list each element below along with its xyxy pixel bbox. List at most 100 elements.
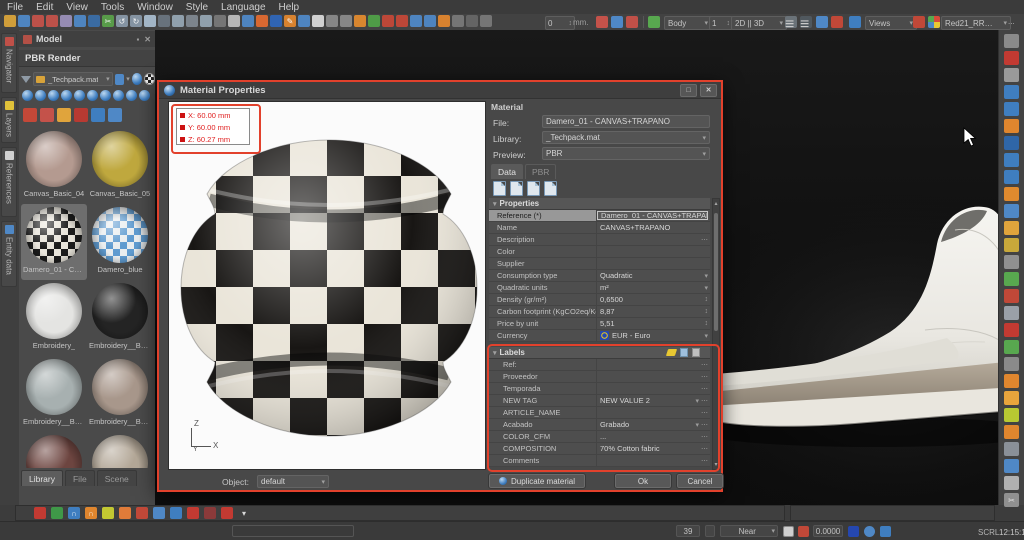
layers-flat-icon[interactable]: ≡ — [800, 16, 812, 28]
symmetry-icon[interactable] — [256, 15, 268, 27]
swap-icon[interactable] — [1004, 34, 1019, 48]
material-item[interactable]: Embroidery_ — [21, 280, 87, 356]
shoe-blue-icon[interactable] — [816, 16, 828, 28]
count-spinner[interactable]: 1 ↕ — [709, 16, 733, 30]
dropdown-caret-icon[interactable]: ▾ — [704, 284, 708, 292]
label-row[interactable]: Ref:⋯ — [489, 359, 710, 371]
material-item[interactable]: Embroidery__Basi... — [87, 280, 153, 356]
ellipsis-button[interactable]: ⋯ — [701, 457, 708, 465]
shoe-green-icon[interactable] — [1004, 340, 1019, 354]
property-row[interactable]: Quadratic unitsm²▾ — [489, 282, 710, 294]
hook-icon[interactable] — [382, 15, 394, 27]
sphere-tool-4-icon[interactable] — [61, 90, 72, 101]
layers-gray-icon[interactable] — [1004, 306, 1019, 320]
label-row-value[interactable]: 70% Cotton fabric — [597, 443, 701, 454]
stamp-red-icon[interactable] — [136, 507, 148, 519]
spinner-arrows-icon[interactable]: ↕ — [569, 20, 573, 27]
avatar-blue-icon[interactable] — [611, 16, 623, 28]
menu-edit[interactable]: Edit — [36, 2, 53, 13]
new-doc-icon[interactable] — [493, 181, 506, 196]
pen-icon[interactable] — [312, 15, 324, 27]
label-row-value[interactable]: ... — [597, 431, 701, 442]
angle2-icon[interactable] — [452, 15, 464, 27]
sidebar-tab-references[interactable]: References — [1, 147, 17, 217]
more-button[interactable]: ... — [1008, 17, 1015, 26]
move-icon[interactable] — [480, 15, 492, 27]
link-icon[interactable] — [326, 15, 338, 27]
lock-last-icon[interactable] — [1004, 187, 1019, 201]
label-row-value[interactable] — [597, 407, 701, 418]
copy-doc-icon[interactable] — [510, 181, 523, 196]
status-checkbox[interactable] — [705, 525, 715, 537]
material-item[interactable]: Damero_01 - CAN... — [21, 204, 87, 280]
avatar-red-icon[interactable] — [596, 16, 608, 28]
property-row[interactable]: Description⋯ — [489, 234, 710, 246]
ring-yellow-icon[interactable] — [1004, 408, 1019, 422]
shoe-green-flag-icon[interactable] — [1004, 272, 1019, 286]
panel-tab-file[interactable]: File — [65, 470, 95, 486]
flatten-icon[interactable] — [1004, 442, 1019, 456]
redo-icon[interactable]: ↻ — [130, 15, 142, 27]
colorway-select[interactable]: Red21_RRSS02 ▾ — [941, 16, 1011, 30]
export-tool-icon[interactable] — [1004, 238, 1019, 252]
pdf-material-icon[interactable] — [23, 108, 37, 122]
last-4-icon[interactable] — [1004, 153, 1019, 167]
label-row[interactable]: COLOR_CFM...⋯ — [489, 431, 710, 443]
layers-blue-icon[interactable] — [170, 507, 182, 519]
shoe-red-icon[interactable] — [1004, 323, 1019, 337]
more-caret-icon[interactable]: ▾ — [238, 507, 250, 519]
notch-icon[interactable] — [396, 15, 408, 27]
label-row[interactable]: Comments⋯ — [489, 455, 710, 467]
import-doc-icon[interactable] — [527, 181, 540, 196]
label-row[interactable]: AcabadoGrabado▾⋯ — [489, 419, 710, 431]
ok-button[interactable]: Ok — [615, 474, 671, 488]
dropdown-caret-icon[interactable]: ▾ — [695, 397, 699, 405]
material-item[interactable]: Canvas_Basic_04 — [21, 128, 87, 204]
frame-count-field[interactable]: 39 — [676, 525, 700, 537]
library-select[interactable]: _Techpack.mat ▾ — [33, 72, 113, 86]
pin-panel-icon[interactable]: ▪ — [136, 35, 139, 44]
machine-icon[interactable] — [91, 108, 105, 122]
properties-section-header[interactable]: ▾Properties — [489, 198, 710, 210]
property-row-value[interactable]: 5,51 — [597, 318, 705, 329]
sphere-tool-8-icon[interactable] — [113, 90, 124, 101]
sphere-tool-3-icon[interactable] — [48, 90, 59, 101]
horseshoe-orange-icon[interactable] — [1004, 374, 1019, 388]
last-tool-icon[interactable] — [1004, 85, 1019, 99]
eraser-icon[interactable] — [144, 15, 156, 27]
material-preview-area[interactable]: X: 60.00 mm Y: 60.00 mm Z: 60.27 mm Z X … — [168, 101, 486, 470]
pan-hand-icon[interactable] — [74, 15, 86, 27]
paste-labels-icon[interactable] — [692, 348, 700, 357]
property-row-value[interactable] — [597, 234, 701, 245]
copy-labels-icon[interactable] — [680, 348, 688, 357]
label-row-value[interactable]: Grabado — [597, 419, 695, 430]
globe-icon[interactable] — [270, 15, 282, 27]
dropdown-caret-icon[interactable]: ▾ — [695, 421, 699, 429]
menu-view[interactable]: View — [66, 2, 88, 13]
paste-icon[interactable] — [200, 15, 212, 27]
select-cursor-icon[interactable] — [410, 15, 422, 27]
add-point-icon[interactable] — [242, 15, 254, 27]
label-row[interactable]: ARTICLE_NAME⋯ — [489, 407, 710, 419]
offset-spinner[interactable]: 0 ↕ — [545, 16, 575, 30]
angle-icon[interactable] — [186, 15, 198, 27]
nodes-icon[interactable] — [1004, 255, 1019, 269]
dropdown-caret-icon[interactable]: ▾ — [704, 332, 708, 340]
import-icon[interactable] — [32, 15, 44, 27]
folder-orange-icon[interactable] — [1004, 221, 1019, 235]
property-row[interactable]: Carbon footprint (KgCO2eq/Kg)8,87↕ — [489, 306, 710, 318]
property-row-value[interactable]: Damero_01 - CANVAS+TRAPANO — [597, 211, 708, 220]
property-row-value[interactable]: 0,6500 — [597, 294, 705, 305]
property-row-value[interactable]: m² — [597, 282, 704, 293]
copy-icon[interactable] — [172, 15, 184, 27]
material-item[interactable]: Embroidery__Basi... — [21, 356, 87, 432]
labels-section-header[interactable]: ▾Labels — [489, 347, 710, 359]
sphere-tool-2-icon[interactable] — [35, 90, 46, 101]
menu-help[interactable]: Help — [279, 2, 300, 13]
material-item[interactable]: Embroidery__Basi... — [87, 356, 153, 432]
ellipsis-button[interactable]: ⋯ — [701, 385, 708, 393]
half-circle-icon[interactable] — [1004, 68, 1019, 82]
library-select[interactable]: _Techpack.mat▾ — [542, 131, 710, 144]
movie-icon[interactable] — [849, 16, 861, 28]
sphere-tool-6-icon[interactable] — [87, 90, 98, 101]
